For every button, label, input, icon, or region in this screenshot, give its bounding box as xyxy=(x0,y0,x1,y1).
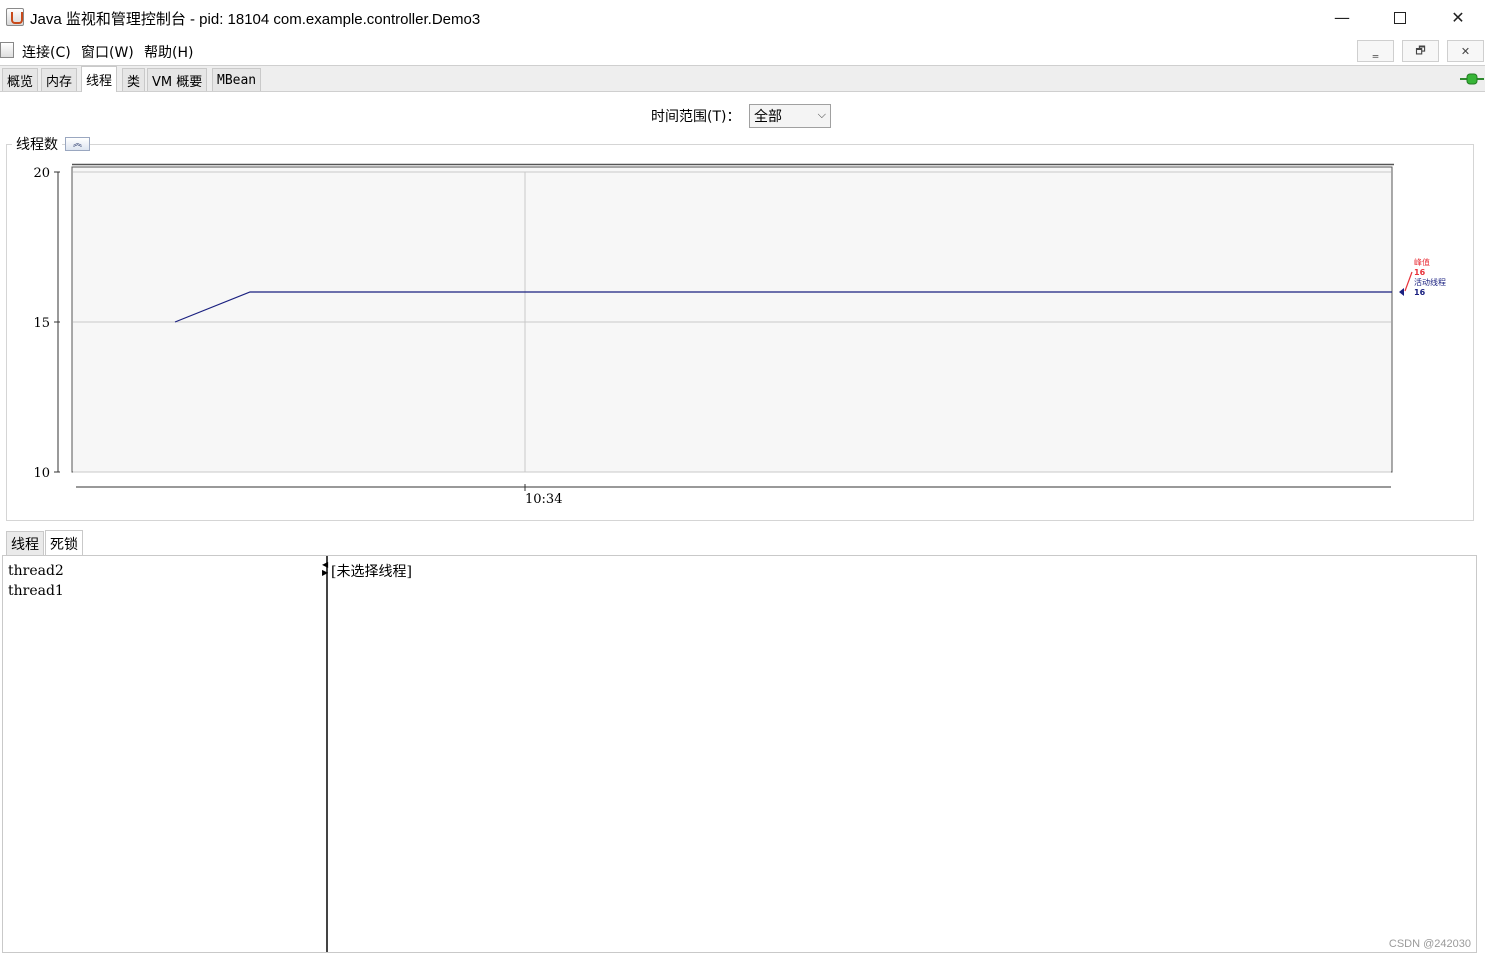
splitter-arrows-icon[interactable]: ◀ ▶ xyxy=(322,561,328,577)
split-pane-divider[interactable] xyxy=(326,556,328,952)
watermark: CSDN @242030 xyxy=(1388,938,1471,950)
x-tick-label: 10:34 xyxy=(525,492,562,507)
legend-peak-value: 16 xyxy=(1414,268,1426,277)
thread-list-item[interactable]: thread1 xyxy=(2,581,325,601)
plot-area xyxy=(71,166,1393,473)
subtab-deadlock[interactable]: 死锁 xyxy=(45,530,83,556)
y-tick-label: 15 xyxy=(33,316,50,331)
current-value-marker xyxy=(1399,288,1404,296)
legend-live-value: 16 xyxy=(1414,288,1426,297)
y-tick-label: 20 xyxy=(33,166,50,181)
legend-pointer xyxy=(1404,271,1413,292)
legend-peak-label: 峰值 xyxy=(1414,257,1430,267)
legend-live-label: 活动线程 xyxy=(1414,277,1446,287)
y-tick-group: 20 15 10 xyxy=(33,166,60,481)
thread-detail-text: [未选择线程] xyxy=(331,564,412,580)
y-tick-label: 10 xyxy=(33,466,50,481)
thread-list: thread2 thread1 xyxy=(2,556,325,952)
subtab-threads[interactable]: 线程 xyxy=(6,531,44,556)
thread-list-item[interactable]: thread2 xyxy=(2,561,325,581)
